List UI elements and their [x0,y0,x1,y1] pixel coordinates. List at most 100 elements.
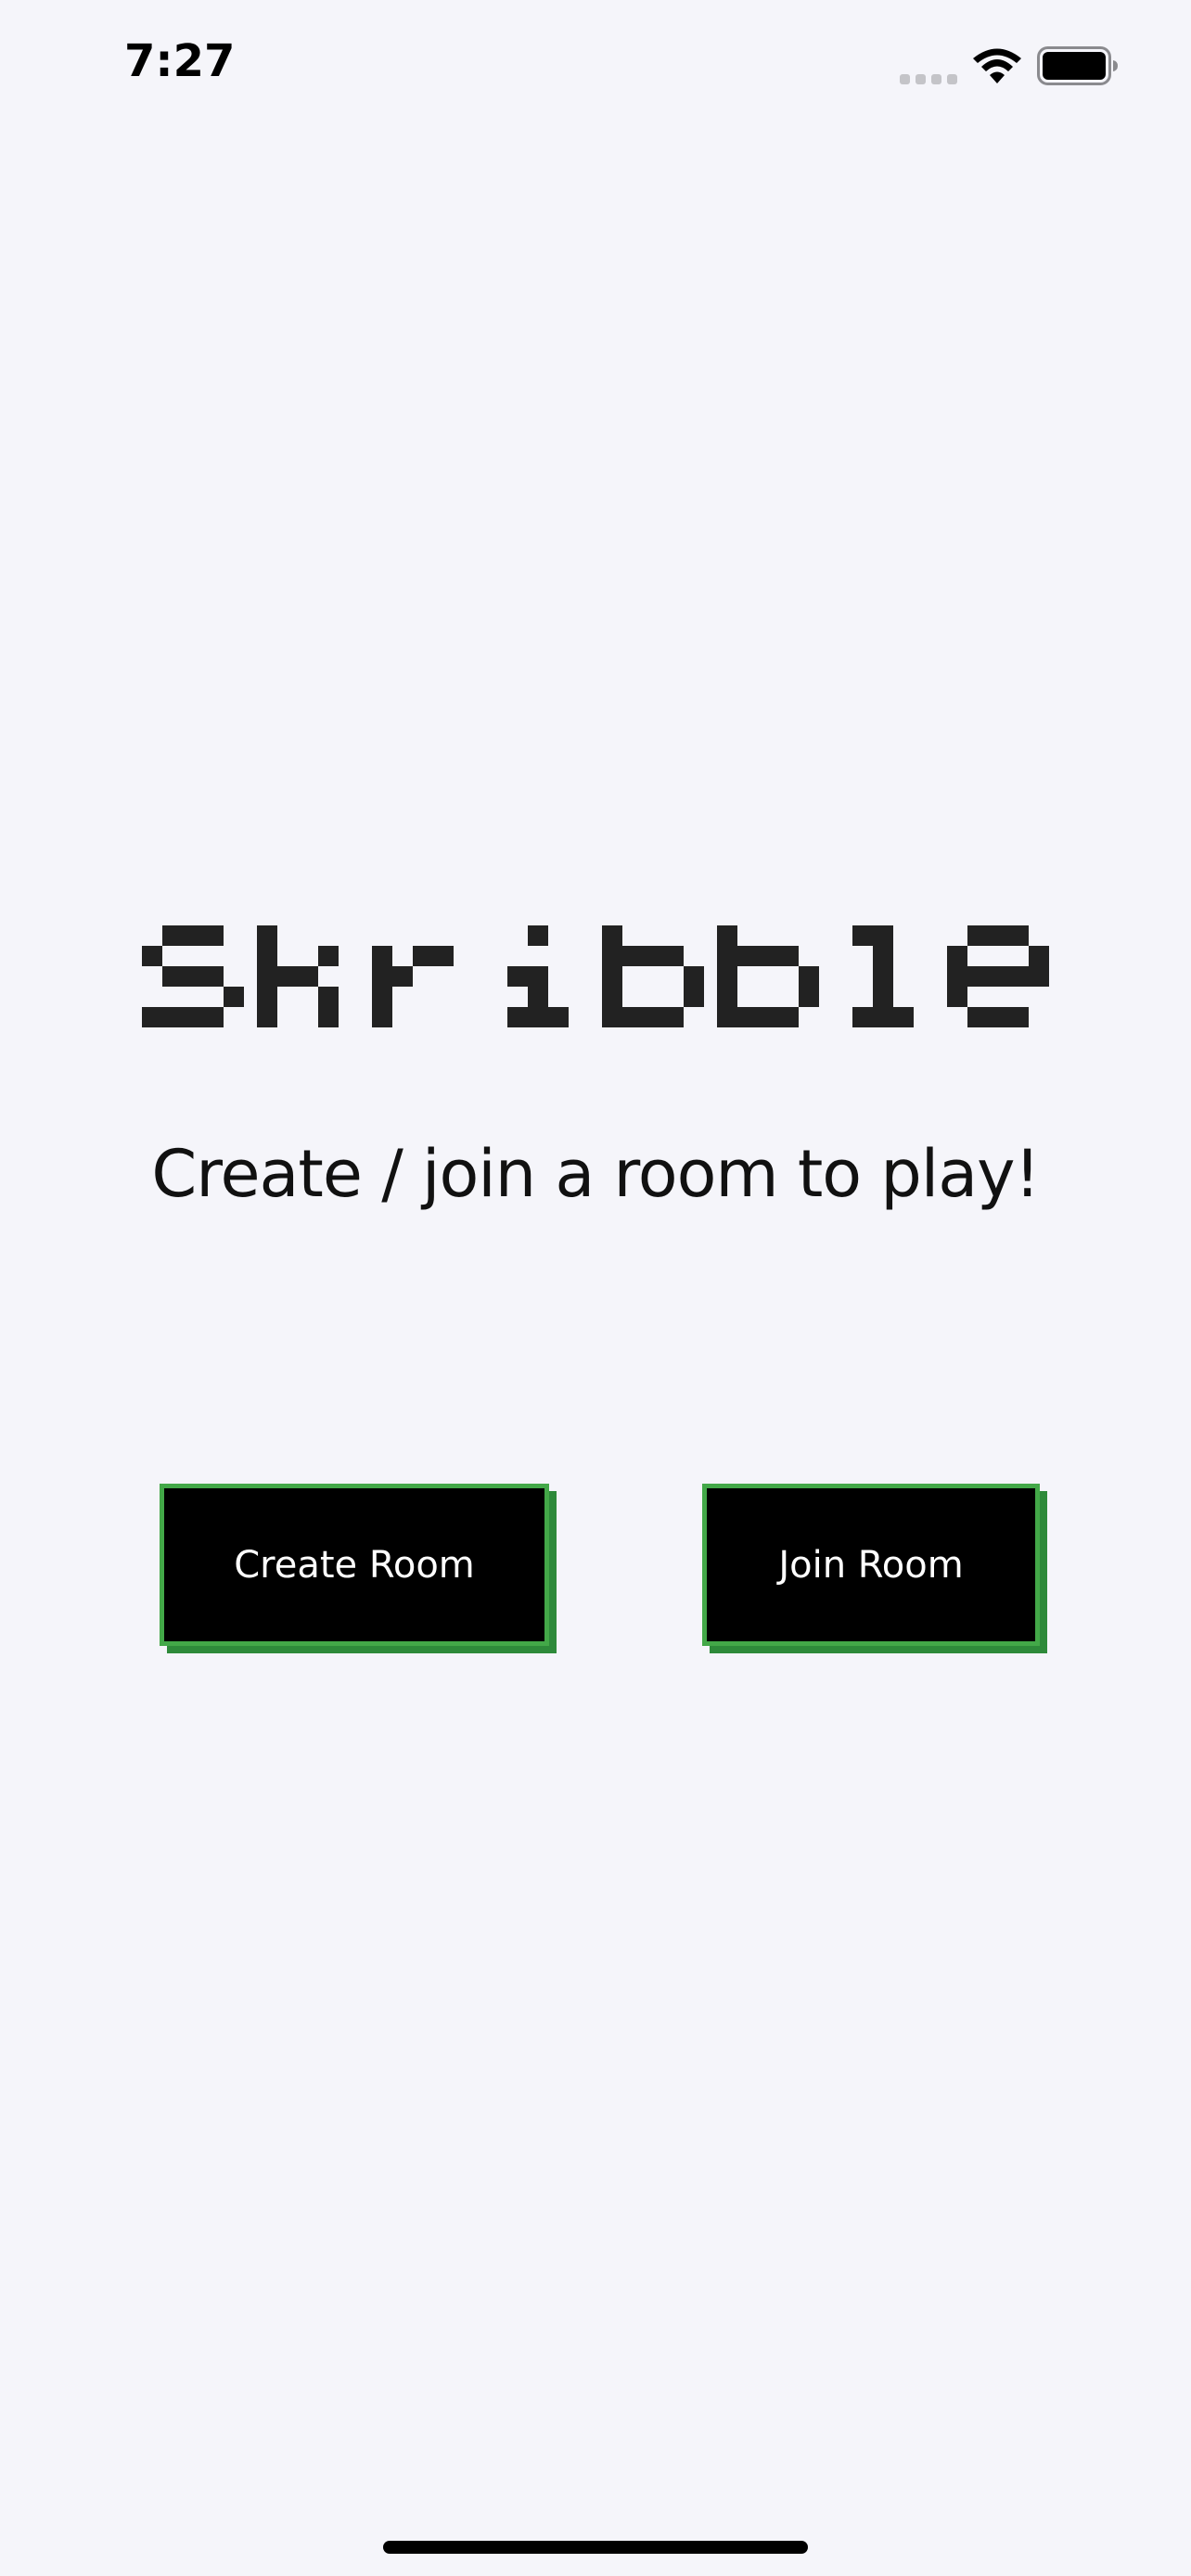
status-bar: 7:27 [0,0,1191,130]
title-pixel [967,925,988,946]
title-pixel [988,1007,1008,1027]
app-title-logo [142,925,1049,1027]
title-letter [507,925,569,1027]
title-pixel [602,1007,622,1027]
title-pixel [758,946,778,966]
title-pixel [1008,925,1029,946]
title-pixel [602,966,622,987]
cellular-signal-icon [900,74,957,84]
title-pixel [717,987,737,1007]
app-title: Skribble [0,916,1191,1065]
title-pixel [277,966,298,987]
title-pixel [602,987,622,1007]
app-title-text: Skribble [0,916,1,917]
title-pixel [1029,946,1049,966]
title-pixel [967,966,988,987]
title-pixel [643,1007,663,1027]
join-room-button[interactable]: Join Room [702,1484,1040,1646]
title-pixel [988,966,1008,987]
title-pixel [717,925,737,946]
title-letter [717,925,819,1027]
title-pixel [663,946,684,966]
title-pixel [602,925,622,946]
title-pixel [257,987,277,1007]
title-letter [142,925,244,1027]
title-pixel [1029,966,1049,987]
title-pixel [548,1007,569,1027]
title-pixel [203,966,224,987]
title-pixel [162,1007,183,1027]
title-pixel [947,987,967,1007]
title-pixel [1008,966,1029,987]
title-pixel [663,1007,684,1027]
title-pixel [717,946,737,966]
title-letter [257,925,339,1027]
title-pixel [224,987,244,1007]
title-pixel [873,1007,893,1027]
create-room-button[interactable]: Create Room [160,1484,549,1646]
title-pixel [967,1007,988,1027]
title-pixel [717,966,737,987]
title-letter [372,946,454,1027]
title-pixel [873,966,893,987]
title-pixel [778,1007,799,1027]
title-pixel [947,966,967,987]
title-pixel [142,946,162,966]
title-pixel [758,1007,778,1027]
home-indicator [383,2541,808,2554]
subtitle: Create / join a room to play! [151,1136,1040,1212]
title-pixel [799,987,819,1007]
title-pixel [372,946,392,966]
title-pixel [203,925,224,946]
title-pixel [852,925,873,946]
title-pixel [162,966,183,987]
title-pixel [183,925,203,946]
title-pixel [988,925,1008,946]
title-pixel [873,925,893,946]
battery-icon [1037,46,1118,85]
title-pixel [257,966,277,987]
create-room-button-wrap: Create Room [160,1484,557,1653]
title-pixel [873,987,893,1007]
title-pixel [142,1007,162,1027]
title-pixel [183,1007,203,1027]
title-pixel [684,987,704,1007]
title-pixel [257,946,277,966]
title-letter [852,925,914,1027]
title-pixel [684,966,704,987]
title-pixel [507,966,528,987]
title-pixel [257,1007,277,1027]
title-pixel [257,925,277,946]
title-pixel [717,1007,737,1027]
title-pixel [947,946,967,966]
title-pixel [392,966,413,987]
title-letter [602,925,704,1027]
title-pixel [528,966,548,987]
title-pixel [318,946,339,966]
title-pixel [622,1007,643,1027]
title-pixel [183,966,203,987]
title-pixel [528,925,548,946]
title-pixel [413,946,433,966]
title-pixel [298,966,318,987]
title-pixel [528,1007,548,1027]
title-pixel [507,1007,528,1027]
title-letter [947,925,1049,1027]
status-time: 7:27 [124,35,236,87]
title-pixel [873,946,893,966]
title-pixel [799,966,819,987]
title-pixel [852,1007,873,1027]
title-pixel [372,987,392,1007]
title-pixel [203,1007,224,1027]
title-pixel [737,946,758,966]
title-pixel [778,946,799,966]
title-pixel [433,946,454,966]
title-pixel [893,1007,914,1027]
title-pixel [1008,1007,1029,1027]
title-pixel [372,966,392,987]
title-pixel [318,1007,339,1027]
wifi-icon [973,48,1021,83]
title-pixel [162,925,183,946]
title-pixel [602,946,622,966]
title-pixel [528,987,548,1007]
